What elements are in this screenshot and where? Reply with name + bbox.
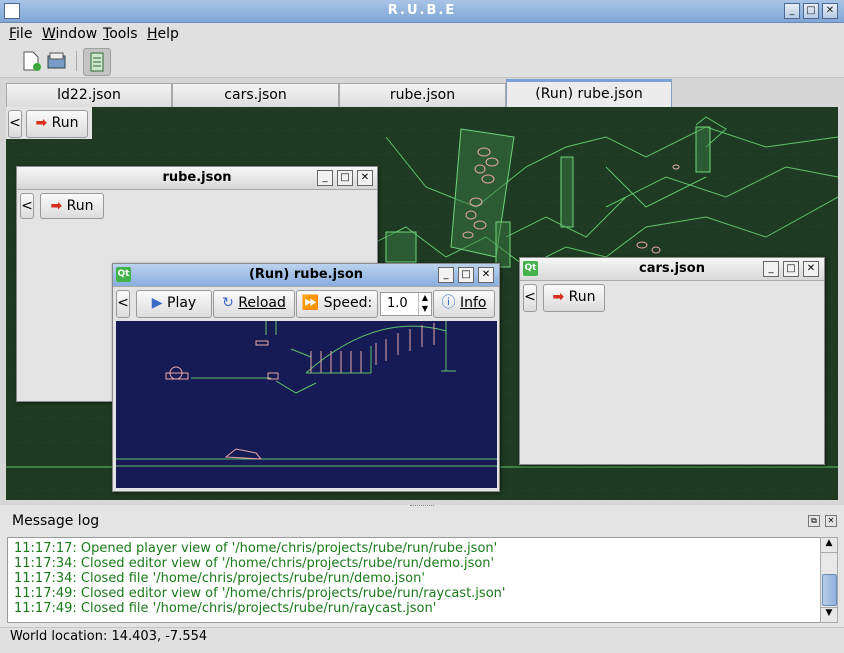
scroll-down-arrow[interactable]: ▼ bbox=[821, 607, 837, 622]
info-button[interactable]: ⓘ Info bbox=[433, 290, 495, 318]
speed-up-arrow[interactable]: ▲ bbox=[418, 293, 431, 304]
tab-ld22[interactable]: ld22.json bbox=[6, 83, 172, 108]
speed-down-arrow[interactable]: ▼ bbox=[418, 304, 431, 315]
cars-maximize-button[interactable]: □ bbox=[783, 261, 799, 277]
open-button[interactable] bbox=[44, 48, 70, 74]
menu-file[interactable]: File bbox=[9, 26, 32, 42]
reload-button[interactable]: ↻ Reload bbox=[213, 290, 295, 318]
cars-editor-titlebar[interactable]: Qt cars.json _ □ ✕ bbox=[520, 258, 824, 281]
log-scrollbar[interactable]: ▲ ▼ bbox=[820, 537, 838, 623]
run-player-titlebar[interactable]: Qt (Run) rube.json _ □ ✕ bbox=[113, 264, 499, 287]
log-line: 11:17:34: Closed editor view of '/home/c… bbox=[14, 556, 495, 571]
player-view-button[interactable] bbox=[83, 48, 111, 76]
menu-window[interactable]: Window bbox=[42, 26, 97, 42]
world-location-status: World location: 14.403, -7.554 bbox=[10, 629, 208, 644]
rube-run-button[interactable]: ➡ Run bbox=[40, 193, 104, 219]
cars-minimize-button[interactable]: _ bbox=[763, 261, 779, 277]
new-file-button[interactable] bbox=[18, 48, 44, 74]
cars-editor-window[interactable]: Qt cars.json _ □ ✕ < ➡ Run bbox=[519, 257, 825, 465]
window-title-bar[interactable]: R.U.B.E _ □ ✕ bbox=[0, 0, 844, 23]
message-log-text[interactable]: 11:17:17: Opened player view of '/home/c… bbox=[7, 537, 821, 623]
canvas-run-button[interactable]: ➡ Run bbox=[26, 110, 88, 138]
toolbar-separator bbox=[76, 51, 77, 71]
menu-tools[interactable]: Tools bbox=[103, 26, 138, 42]
reload-icon: ↻ bbox=[222, 295, 234, 311]
run-scene-drawing bbox=[116, 321, 497, 467]
log-line: 11:17:49: Closed file '/home/chris/proje… bbox=[14, 601, 437, 616]
panel-splitter-handle[interactable] bbox=[410, 505, 434, 510]
canvas-toolbar: < ➡ Run bbox=[6, 107, 92, 139]
document-tab-bar: ld22.json cars.json rube.json (Run) rube… bbox=[0, 79, 844, 110]
canvas-back-button[interactable]: < bbox=[8, 110, 22, 138]
minimize-button[interactable]: _ bbox=[784, 3, 800, 19]
log-float-button[interactable]: ⧉ bbox=[808, 515, 820, 527]
rube-editor-titlebar[interactable]: rube.json _ □ ✕ bbox=[17, 167, 377, 190]
maximize-button[interactable]: □ bbox=[803, 3, 819, 19]
speed-input[interactable]: 1.0 ▲ ▼ bbox=[380, 292, 432, 316]
play-button[interactable]: ▶ Play bbox=[136, 290, 212, 318]
run-player-window[interactable]: Qt (Run) rube.json _ □ ✕ < ▶ Play ↻ Relo… bbox=[112, 263, 500, 492]
run-back-button[interactable]: < bbox=[116, 290, 130, 318]
info-icon: ⓘ bbox=[441, 295, 456, 311]
player-icon bbox=[90, 52, 104, 72]
tab-rube[interactable]: rube.json bbox=[339, 83, 506, 108]
run-arrow-icon: ➡ bbox=[50, 198, 63, 214]
tab-cars[interactable]: cars.json bbox=[172, 83, 339, 108]
close-button[interactable]: ✕ bbox=[822, 3, 838, 19]
cars-close-button[interactable]: ✕ bbox=[803, 261, 819, 277]
run-minimize-button[interactable]: _ bbox=[438, 267, 454, 283]
cars-run-button[interactable]: ➡ Run bbox=[543, 284, 605, 312]
rube-minimize-button[interactable]: _ bbox=[317, 170, 333, 186]
speed-button[interactable]: ⏩ Speed: bbox=[296, 290, 378, 318]
scroll-up-arrow[interactable]: ▲ bbox=[821, 538, 837, 553]
run-close-button[interactable]: ✕ bbox=[478, 267, 494, 283]
new-file-icon bbox=[23, 51, 41, 71]
rube-maximize-button[interactable]: □ bbox=[337, 170, 353, 186]
menu-help[interactable]: Help bbox=[147, 26, 179, 42]
cars-back-button[interactable]: < bbox=[523, 284, 537, 312]
toolbar bbox=[0, 45, 844, 78]
log-line: 11:17:17: Opened player view of '/home/c… bbox=[14, 541, 498, 556]
fast-forward-icon: ⏩ bbox=[301, 295, 320, 311]
menu-bar: File Window Tools Help bbox=[0, 23, 844, 45]
run-arrow-icon: ➡ bbox=[35, 115, 48, 131]
window-title: R.U.B.E bbox=[387, 3, 457, 18]
run-maximize-button[interactable]: □ bbox=[458, 267, 474, 283]
rube-back-button[interactable]: < bbox=[20, 193, 34, 219]
log-line: 11:17:49: Closed editor view of '/home/c… bbox=[14, 586, 506, 601]
log-line: 11:17:34: Closed file '/home/chris/proje… bbox=[14, 571, 425, 586]
rube-close-button[interactable]: ✕ bbox=[357, 170, 373, 186]
open-icon bbox=[47, 52, 66, 69]
run-arrow-icon: ➡ bbox=[552, 289, 565, 305]
tab-run-rube[interactable]: (Run) rube.json bbox=[506, 79, 672, 110]
scroll-thumb[interactable] bbox=[822, 574, 837, 606]
play-icon: ▶ bbox=[151, 295, 163, 311]
run-player-scene[interactable] bbox=[116, 321, 497, 488]
log-close-button[interactable]: ✕ bbox=[825, 515, 837, 527]
message-log-title: Message log bbox=[12, 513, 100, 529]
